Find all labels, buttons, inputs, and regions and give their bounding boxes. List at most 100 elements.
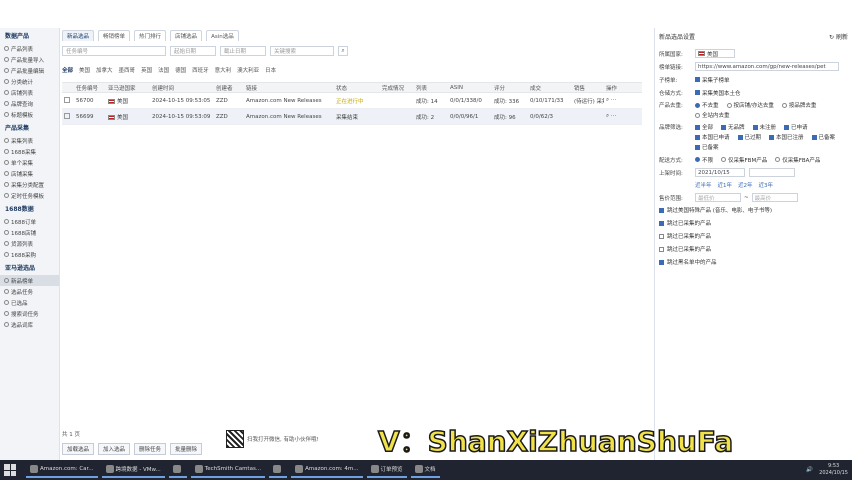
sidebar-item[interactable]: 1688店铺: [0, 227, 59, 238]
taskbar-app[interactable]: 文档: [410, 462, 440, 478]
price-max-input[interactable]: 最高价: [751, 193, 798, 202]
checkbox[interactable]: [695, 144, 700, 150]
radio[interactable]: [695, 157, 700, 162]
sidebar-item[interactable]: 已选品: [0, 297, 59, 308]
radio[interactable]: [721, 157, 727, 162]
country-filter[interactable]: 日本: [265, 66, 276, 74]
checkbox[interactable]: [659, 207, 664, 213]
checkbox[interactable]: [659, 259, 664, 265]
setting-check[interactable]: 跳过已采集的产品: [659, 245, 848, 253]
end-date-input[interactable]: 截止日期: [220, 46, 266, 56]
country-filter[interactable]: 德国: [175, 66, 186, 74]
bottom-button[interactable]: 加入选品: [98, 443, 131, 455]
sidebar-item[interactable]: 1688采集: [0, 146, 59, 157]
radio[interactable]: [781, 102, 787, 108]
sidebar-item[interactable]: 产品列表: [0, 43, 59, 54]
taskbar-app[interactable]: Amazon.com: 4m...: [291, 462, 363, 478]
listed-end-input[interactable]: [749, 168, 795, 177]
checkbox[interactable]: [659, 220, 664, 226]
bottom-button[interactable]: 批量删除: [170, 443, 203, 455]
taskbar-app[interactable]: Amazon.com: Car...: [26, 462, 98, 478]
table-cell[interactable]: ⌕ ⋯: [604, 97, 642, 104]
sidebar-item[interactable]: 分类统计: [0, 76, 59, 87]
country-filter[interactable]: 加拿大: [96, 66, 113, 74]
table-row[interactable]: 56700 美国 2024-10-15 09:53:05 ZZD Amazon.com …: [62, 93, 642, 109]
option[interactable]: 仅采集FBM产品: [721, 156, 767, 164]
row-checkbox-cell[interactable]: [62, 96, 74, 105]
setting-check[interactable]: 跳过已采集的产品: [659, 219, 848, 227]
option[interactable]: 已备案: [811, 133, 835, 141]
sidebar-item[interactable]: 产品批量导入: [0, 54, 59, 65]
setting-check[interactable]: 跳过黑名单中的产品: [659, 258, 848, 266]
taskbar-app[interactable]: 订单预览: [366, 462, 407, 478]
tab-item[interactable]: 新品选品: [62, 29, 95, 41]
option[interactable]: 按品牌去重: [781, 101, 816, 109]
table-cell[interactable]: ⌕ ⋯: [604, 113, 642, 120]
checkbox[interactable]: [659, 233, 664, 239]
option[interactable]: 已过期: [737, 133, 761, 141]
site-select[interactable]: 美国: [695, 49, 735, 58]
listed-quick-link[interactable]: 近3年: [759, 181, 774, 189]
start-date-input[interactable]: 起始日期: [170, 46, 216, 56]
country-filter[interactable]: 墨西哥: [119, 66, 136, 74]
checkbox[interactable]: [695, 124, 700, 130]
taskbar-app[interactable]: 跨境数据 - VMw...: [101, 462, 165, 478]
setting-check[interactable]: 跳过已采集的产品: [659, 232, 848, 240]
sidebar-item[interactable]: 货源列表: [0, 238, 59, 249]
tab-item[interactable]: Asin选品: [206, 29, 239, 41]
option[interactable]: 本国已注册: [769, 133, 804, 141]
table-row[interactable]: 56699 美国 2024-10-15 09:53:09 ZZD Amazon.com …: [62, 109, 642, 125]
search-icon[interactable]: ⌕: [338, 46, 348, 56]
checkbox[interactable]: [752, 124, 758, 130]
sidebar-item[interactable]: 1688采购: [0, 249, 59, 260]
listed-quick-link[interactable]: 近2年: [738, 181, 753, 189]
option[interactable]: 不限: [695, 156, 713, 164]
country-filter[interactable]: 英国: [141, 66, 152, 74]
sidebar-item[interactable]: 定时任务模板: [0, 190, 59, 201]
checkbox[interactable]: [659, 246, 664, 252]
url-input[interactable]: https://www.amazon.com/gp/new-releases/p…: [695, 62, 839, 71]
option[interactable]: 无品牌: [721, 123, 745, 131]
country-filter[interactable]: 美国: [79, 66, 90, 74]
checkbox[interactable]: [695, 134, 700, 140]
option[interactable]: 仅采集FBA产品: [775, 156, 820, 164]
taskbar-app[interactable]: [168, 462, 187, 478]
listed-quick-link[interactable]: 近半年: [695, 181, 712, 189]
sidebar-item[interactable]: 店铺采集: [0, 168, 59, 179]
sidebar-item[interactable]: 搜索词任务: [0, 308, 59, 319]
bottom-button[interactable]: 删除任务: [134, 443, 167, 455]
bottom-button[interactable]: 加载选品: [62, 443, 95, 455]
listed-quick-link[interactable]: 近1年: [718, 181, 733, 189]
option[interactable]: 已申请: [784, 123, 808, 131]
radio[interactable]: [695, 102, 700, 108]
task-number-input[interactable]: 任务编号: [62, 46, 166, 56]
radio[interactable]: [726, 102, 732, 108]
checkbox[interactable]: [721, 124, 727, 130]
sidebar-item[interactable]: 品牌查询: [0, 98, 59, 109]
windows-start-icon[interactable]: [4, 464, 16, 476]
country-filter[interactable]: 法国: [158, 66, 169, 74]
row-checkbox[interactable]: [64, 96, 70, 103]
tab-item[interactable]: 畅销榜单: [98, 29, 131, 41]
sidebar-item[interactable]: 选品任务: [0, 286, 59, 297]
country-filter[interactable]: 西班牙: [192, 66, 209, 74]
sidebar-item[interactable]: 产品批量编辑: [0, 65, 59, 76]
country-filter[interactable]: 澳大利亚: [237, 66, 259, 74]
country-filter[interactable]: 全部: [62, 66, 73, 74]
option[interactable]: 不去重: [695, 101, 719, 109]
volume-icon[interactable]: 🔊: [806, 467, 813, 473]
listed-date-input[interactable]: 2021/10/15: [695, 168, 745, 177]
sidebar-item[interactable]: 采集列表: [0, 135, 59, 146]
radio[interactable]: [775, 157, 781, 162]
country-filter[interactable]: 意大利: [215, 66, 232, 74]
option[interactable]: 未注册: [752, 123, 776, 131]
price-min-input[interactable]: 最低价: [695, 193, 741, 202]
tab-item[interactable]: 热门排行: [134, 29, 167, 41]
option[interactable]: 全站内去重: [695, 111, 730, 119]
more-icon[interactable]: ⋯: [609, 113, 617, 119]
taskbar-app[interactable]: [269, 462, 288, 478]
sidebar-item[interactable]: 采集分类配置: [0, 179, 59, 190]
taskbar-app[interactable]: TechSmith Camtas...: [190, 462, 266, 478]
option[interactable]: 按店铺/亦达去重: [726, 101, 774, 109]
checkbox[interactable]: [811, 134, 817, 140]
